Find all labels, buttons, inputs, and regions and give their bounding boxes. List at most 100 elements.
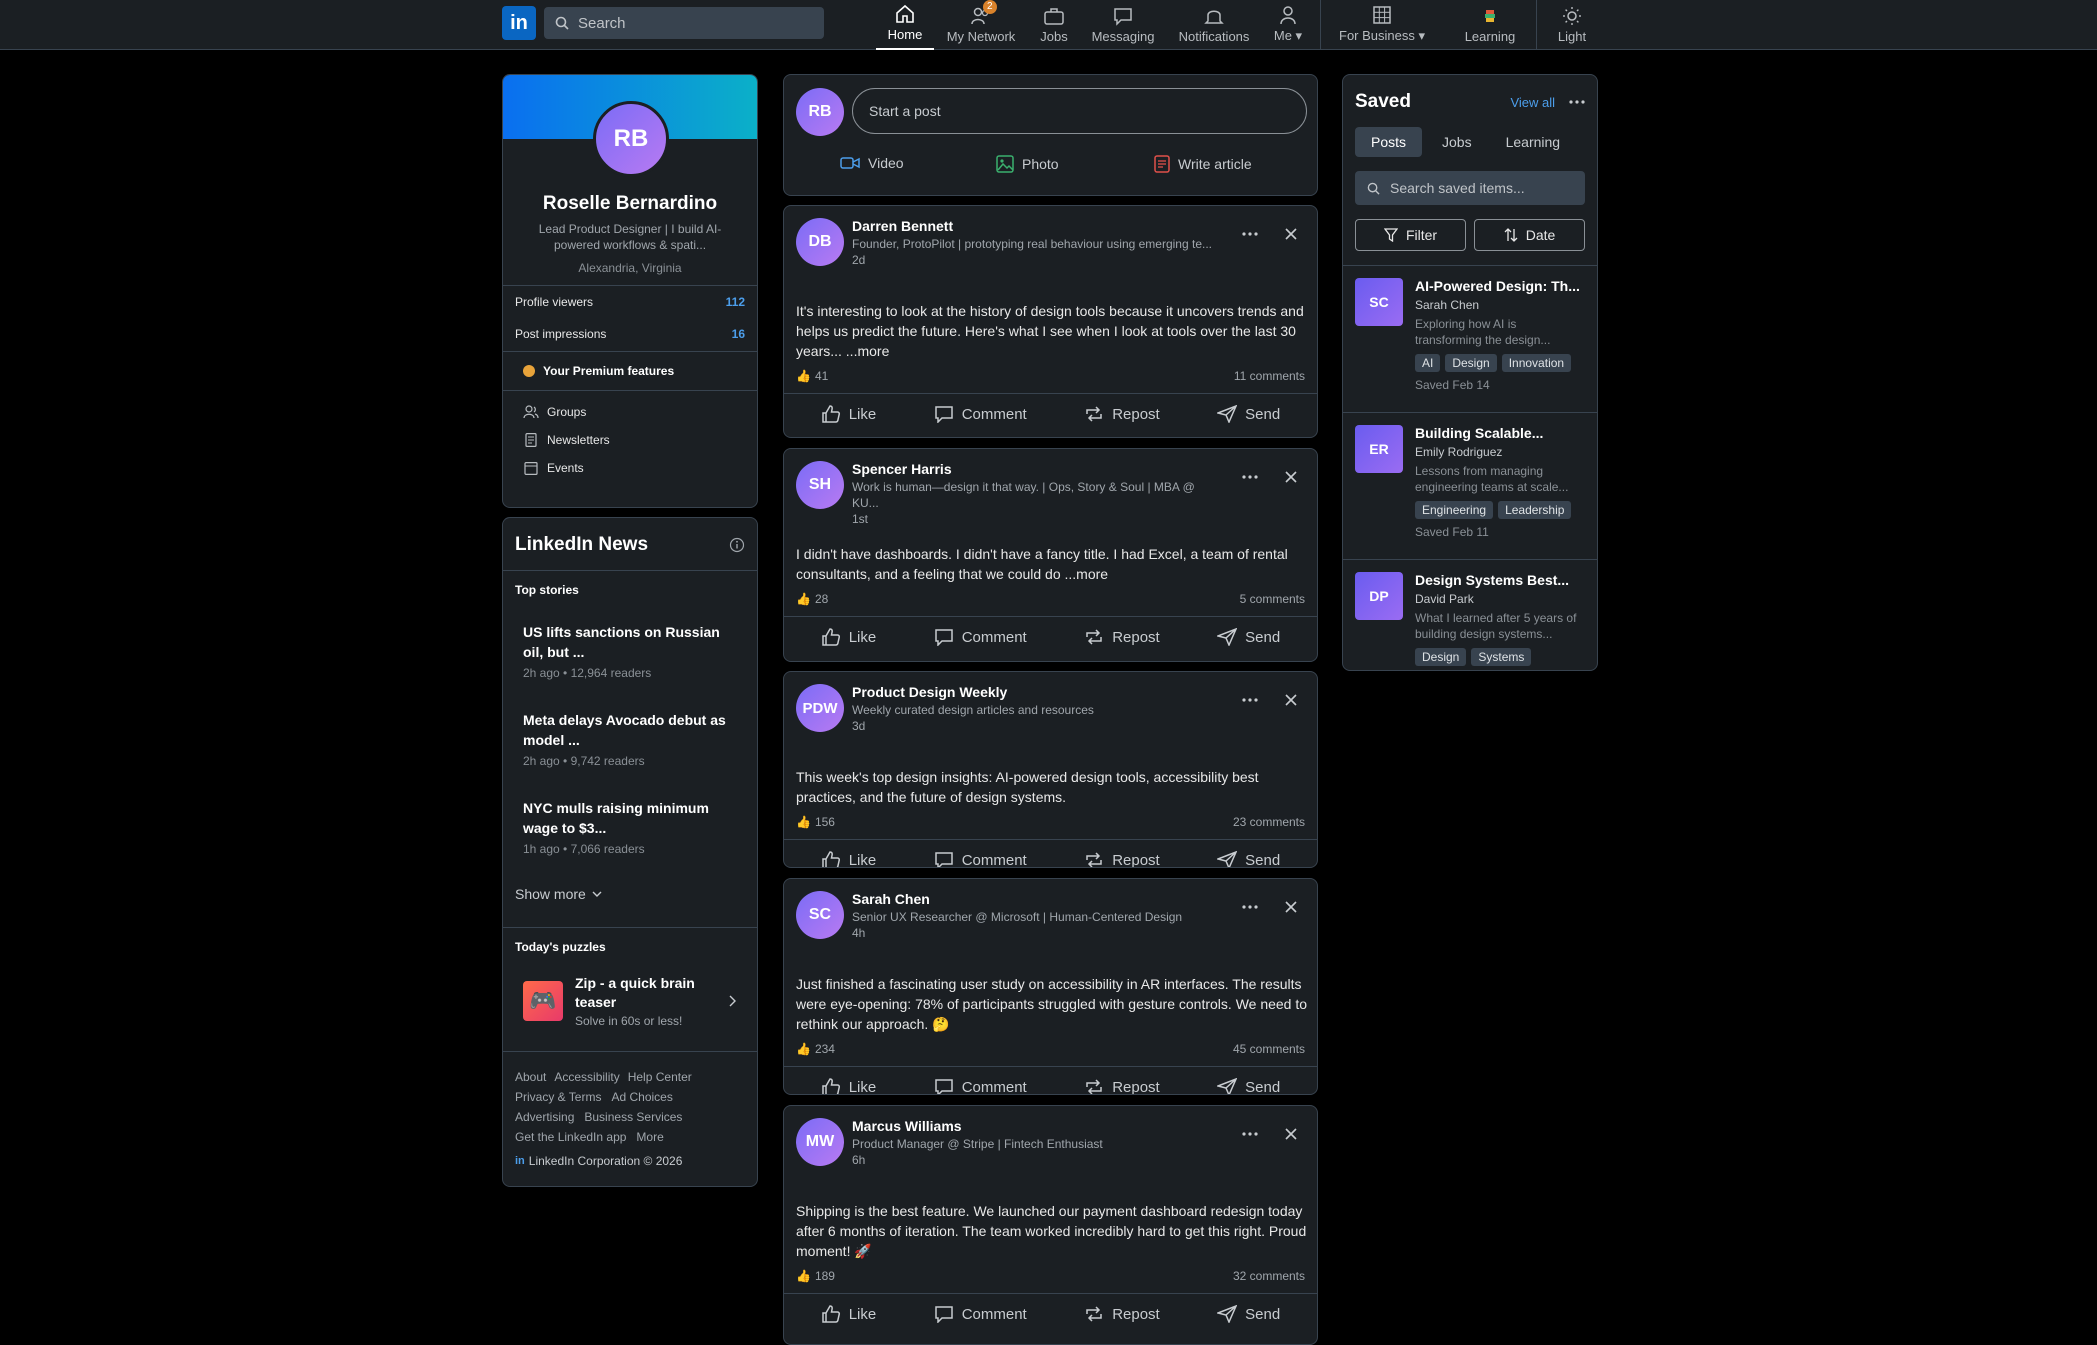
author-name[interactable]: Marcus Williams <box>852 1118 1222 1134</box>
view-all-link[interactable]: View all <box>1510 95 1555 110</box>
reaction-count[interactable]: 👍 189 <box>796 1269 835 1283</box>
linkedin-logo[interactable]: in <box>502 6 536 40</box>
author-avatar[interactable]: MW <box>796 1118 844 1166</box>
nav-my-network[interactable]: 2 My Network <box>944 0 1018 50</box>
comment-button[interactable]: Comment <box>934 1305 1027 1323</box>
profile-viewers-row[interactable]: Profile viewers 112 <box>503 286 757 309</box>
more-options-icon[interactable] <box>1242 475 1258 479</box>
comment-button[interactable]: Comment <box>934 1078 1027 1094</box>
footer-link-get-app[interactable]: Get the LinkedIn app <box>515 1130 626 1144</box>
author-avatar[interactable]: PDW <box>796 684 844 732</box>
photo-button[interactable]: Photo <box>996 155 1059 173</box>
saved-item-tag[interactable]: Design <box>1445 354 1497 372</box>
footer-link-ad-choices[interactable]: Ad Choices <box>611 1090 672 1104</box>
author-avatar[interactable]: SC <box>796 891 844 939</box>
saved-tab-jobs[interactable]: Jobs <box>1428 127 1486 157</box>
news-story[interactable]: Meta delays Avocado debut as model ... 2… <box>523 710 743 768</box>
author-avatar[interactable]: DB <box>796 218 844 266</box>
filter-button[interactable]: Filter <box>1355 219 1466 251</box>
comment-count[interactable]: 5 comments <box>1240 592 1305 606</box>
reaction-count[interactable]: 👍 156 <box>796 815 835 829</box>
repost-button[interactable]: Repost <box>1084 628 1160 646</box>
nav-me[interactable]: Me ▾ <box>1270 0 1306 50</box>
search-input[interactable]: Search <box>544 7 824 39</box>
profile-name[interactable]: Roselle Bernardino <box>523 193 737 215</box>
like-button[interactable]: Like <box>821 1305 876 1323</box>
author-name[interactable]: Product Design Weekly <box>852 684 1222 700</box>
comment-button[interactable]: Comment <box>934 405 1027 423</box>
send-button[interactable]: Send <box>1217 851 1280 867</box>
footer-link-advertising[interactable]: Advertising <box>515 1110 574 1124</box>
saved-search-input[interactable]: Search saved items... <box>1355 171 1585 205</box>
like-button[interactable]: Like <box>821 851 876 867</box>
news-story[interactable]: US lifts sanctions on Russian oil, but .… <box>523 622 743 680</box>
video-button[interactable]: Video <box>840 155 904 171</box>
comment-button[interactable]: Comment <box>934 628 1027 646</box>
send-button[interactable]: Send <box>1217 1305 1280 1323</box>
comment-count[interactable]: 32 comments <box>1233 1269 1305 1283</box>
more-options-icon[interactable] <box>1569 100 1585 104</box>
author-name[interactable]: Spencer Harris <box>852 461 1222 477</box>
saved-item[interactable]: DP Design Systems Best... David Park Wha… <box>1343 560 1597 670</box>
footer-link-privacy-terms[interactable]: Privacy & Terms <box>515 1090 601 1104</box>
saved-item-tag[interactable]: Engineering <box>1415 501 1494 519</box>
footer-link-about[interactable]: About <box>515 1070 546 1084</box>
saved-item[interactable]: SC AI-Powered Design: Th... Sarah Chen E… <box>1343 266 1597 413</box>
close-icon[interactable] <box>1284 1127 1298 1141</box>
comment-count[interactable]: 23 comments <box>1233 815 1305 829</box>
footer-link-business-services[interactable]: Business Services <box>584 1110 682 1124</box>
comment-button[interactable]: Comment <box>934 851 1027 867</box>
like-button[interactable]: Like <box>821 628 876 646</box>
saved-item-title[interactable]: Design Systems Best... <box>1415 572 1585 588</box>
send-button[interactable]: Send <box>1217 1078 1280 1094</box>
more-options-icon[interactable] <box>1242 1132 1258 1136</box>
saved-tab-posts[interactable]: Posts <box>1355 127 1423 157</box>
profile-avatar[interactable]: RB <box>593 101 669 177</box>
saved-item[interactable]: ER Building Scalable... Emily Rodriguez … <box>1343 413 1597 560</box>
nav-jobs[interactable]: Jobs <box>1034 0 1074 50</box>
reaction-count[interactable]: 👍 28 <box>796 592 828 606</box>
newsletters-link[interactable]: Newsletters <box>503 419 757 447</box>
like-button[interactable]: Like <box>821 1078 876 1094</box>
like-button[interactable]: Like <box>821 405 876 423</box>
footer-link-accessibility[interactable]: Accessibility <box>554 1070 619 1084</box>
events-link[interactable]: Events <box>503 447 757 475</box>
repost-button[interactable]: Repost <box>1084 1305 1160 1323</box>
nav-learning[interactable]: Learning <box>1460 0 1520 50</box>
close-icon[interactable] <box>1284 227 1298 241</box>
repost-button[interactable]: Repost <box>1084 405 1160 423</box>
nav-home[interactable]: Home <box>876 0 934 50</box>
nav-notifications[interactable]: Notifications <box>1174 0 1254 50</box>
footer-link-more[interactable]: More <box>636 1130 663 1144</box>
news-story[interactable]: NYC mulls raising minimum wage to $3... … <box>523 798 743 856</box>
more-options-icon[interactable] <box>1242 232 1258 236</box>
footer-link-help-center[interactable]: Help Center <box>628 1070 692 1084</box>
info-icon[interactable] <box>729 537 745 553</box>
close-icon[interactable] <box>1284 900 1298 914</box>
author-avatar[interactable]: SH <box>796 461 844 509</box>
comment-count[interactable]: 11 comments <box>1234 369 1305 383</box>
nav-messaging[interactable]: Messaging <box>1088 0 1158 50</box>
start-post-input[interactable]: Start a post <box>852 88 1307 134</box>
author-name[interactable]: Darren Bennett <box>852 218 1222 234</box>
saved-item-title[interactable]: Building Scalable... <box>1415 425 1585 441</box>
close-icon[interactable] <box>1284 470 1298 484</box>
nav-for-business[interactable]: For Business ▾ <box>1336 0 1428 50</box>
nav-theme-toggle[interactable]: Light <box>1552 0 1592 50</box>
post-impressions-row[interactable]: Post impressions 16 <box>503 309 757 341</box>
more-options-icon[interactable] <box>1242 698 1258 702</box>
saved-item-tag[interactable]: Leadership <box>1498 501 1572 519</box>
send-button[interactable]: Send <box>1217 628 1280 646</box>
saved-item-tag[interactable]: Innovation <box>1501 354 1572 372</box>
saved-item-tag[interactable]: Design <box>1415 648 1467 666</box>
repost-button[interactable]: Repost <box>1084 1078 1160 1094</box>
comment-count[interactable]: 45 comments <box>1233 1042 1305 1056</box>
close-icon[interactable] <box>1284 693 1298 707</box>
groups-link[interactable]: Groups <box>503 391 757 419</box>
premium-features-link[interactable]: Your Premium features <box>503 352 757 390</box>
show-more-button[interactable]: Show more <box>515 886 602 902</box>
saved-item-tag[interactable]: AI <box>1415 354 1441 372</box>
saved-item-tag[interactable]: Systems <box>1471 648 1532 666</box>
author-name[interactable]: Sarah Chen <box>852 891 1222 907</box>
more-options-icon[interactable] <box>1242 905 1258 909</box>
